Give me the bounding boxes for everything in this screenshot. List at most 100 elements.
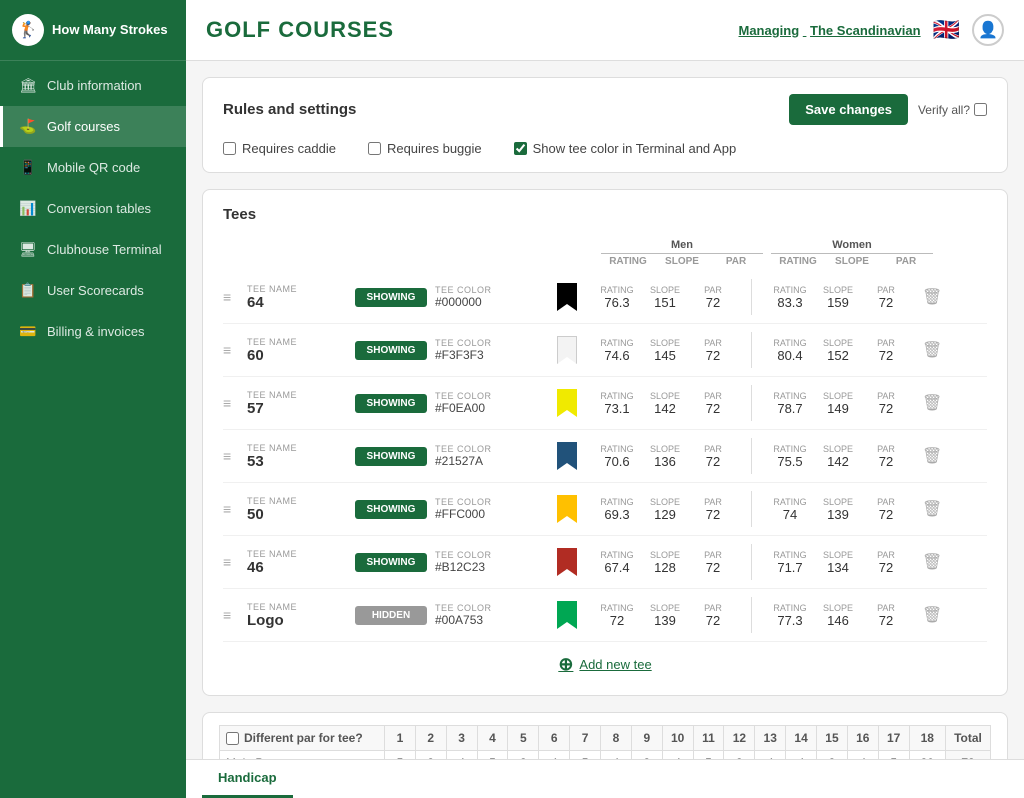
- men-rating-cell: RATING 76.3: [593, 285, 641, 310]
- drag-handle-icon[interactable]: ≡: [223, 448, 239, 464]
- requires-buggie-checkbox[interactable]: [368, 142, 381, 155]
- tee-row: ≡ TEE NAME 46 SHOWING TEE COLOR #B12C23 …: [223, 536, 987, 589]
- rules-title: Rules and settings: [223, 101, 356, 118]
- men-slope-cell: SLOPE 136: [641, 444, 689, 469]
- tee-status-badge[interactable]: SHOWING: [355, 447, 427, 466]
- tee-color-block: TEE COLOR #21527A: [435, 444, 545, 468]
- sidebar-item-user-scorecards[interactable]: 📋User Scorecards: [0, 270, 186, 311]
- drag-handle-icon[interactable]: ≡: [223, 554, 239, 570]
- drag-handle-icon[interactable]: ≡: [223, 289, 239, 305]
- men-par-cell: PAR 72: [689, 497, 737, 522]
- women-slope-cell: SLOPE 152: [814, 338, 862, 363]
- sidebar-item-conversion-tables[interactable]: 📊Conversion tables: [0, 188, 186, 229]
- drag-handle-icon[interactable]: ≡: [223, 607, 239, 623]
- men-stats: RATING 69.3 SLOPE 129 PAR 72: [593, 497, 737, 522]
- delete-tee-button[interactable]: 🗑: [918, 495, 946, 523]
- tee-color-label: TEE COLOR: [435, 550, 545, 560]
- drag-handle-icon[interactable]: ≡: [223, 501, 239, 517]
- show-tee-color-checkbox[interactable]: [514, 142, 527, 155]
- men-rating-cell: RATING 74.6: [593, 338, 641, 363]
- men-par-cell: PAR 72: [689, 444, 737, 469]
- sidebar-item-mobile-qr-code[interactable]: 📱Mobile QR code: [0, 147, 186, 188]
- hole-header: 6: [539, 726, 570, 751]
- hole-header: 15: [817, 726, 848, 751]
- sidebar-item-clubhouse-terminal[interactable]: 🖥Clubhouse Terminal: [0, 229, 186, 270]
- women-par-cell: PAR 72: [862, 338, 910, 363]
- drag-handle-icon[interactable]: ≡: [223, 342, 239, 358]
- women-par-header: PAR: [879, 256, 933, 267]
- table-cell: 5: [693, 751, 724, 760]
- tee-status-badge[interactable]: SHOWING: [355, 288, 427, 307]
- add-new-tee-button[interactable]: ⊕ Add new tee: [558, 654, 651, 675]
- tee-color-swatch-icon: [557, 442, 577, 470]
- table-cell: 5: [384, 751, 415, 760]
- rules-card: Rules and settings Save changes Verify a…: [202, 77, 1008, 173]
- app-name: How Many Strokes: [52, 22, 168, 38]
- drag-handle-icon[interactable]: ≡: [223, 395, 239, 411]
- tee-status-badge[interactable]: HIDDEN: [355, 606, 427, 625]
- verify-all-container: Verify all?: [918, 103, 987, 117]
- tab-handicap[interactable]: Handicap: [202, 760, 293, 798]
- content-area: Rules and settings Save changes Verify a…: [186, 61, 1024, 759]
- men-par-cell: PAR 72: [689, 338, 737, 363]
- tees-card: Tees Men RATING SLOPE PAR: [202, 189, 1008, 696]
- tee-color-swatch-container: [557, 548, 577, 576]
- table-cell: 3: [817, 751, 848, 760]
- tee-color-swatch-icon: [557, 495, 577, 523]
- tee-status-badge[interactable]: SHOWING: [355, 341, 427, 360]
- men-stats: RATING 72 SLOPE 139 PAR 72: [593, 603, 737, 628]
- tee-name-value: 64: [247, 294, 347, 311]
- sidebar-item-billing-invoices[interactable]: 💳Billing & invoices: [0, 311, 186, 352]
- tee-status-badge[interactable]: SHOWING: [355, 394, 427, 413]
- women-slope-cell: SLOPE 142: [814, 444, 862, 469]
- tee-name-block: TEE NAME 46: [247, 549, 347, 576]
- women-stats: RATING 74 SLOPE 139 PAR 72: [766, 497, 910, 522]
- women-rating-cell: RATING 75.5: [766, 444, 814, 469]
- tee-color-code: #B12C23: [435, 560, 485, 574]
- stats-divider: [751, 438, 752, 474]
- tee-color-block: TEE COLOR #B12C23: [435, 550, 545, 574]
- add-tee-label: Add new tee: [579, 657, 651, 672]
- table-cell: 4: [662, 751, 693, 760]
- stats-divider: [751, 544, 752, 580]
- men-rating-cell: RATING 67.4: [593, 550, 641, 575]
- requires-buggie-label[interactable]: Requires buggie: [368, 141, 482, 156]
- delete-tee-button[interactable]: 🗑: [918, 389, 946, 417]
- men-rating-cell: RATING 70.6: [593, 444, 641, 469]
- tee-row: ≡ TEE NAME Logo HIDDEN TEE COLOR #00A753…: [223, 589, 987, 642]
- tee-name-block: TEE NAME 57: [247, 390, 347, 417]
- men-par-cell: PAR 72: [689, 391, 737, 416]
- men-stats: RATING 76.3 SLOPE 151 PAR 72: [593, 285, 737, 310]
- women-slope-cell: SLOPE 159: [814, 285, 862, 310]
- sidebar-item-golf-courses[interactable]: ⛳Golf courses: [0, 106, 186, 147]
- women-stats: RATING 78.7 SLOPE 149 PAR 72: [766, 391, 910, 416]
- delete-tee-button[interactable]: 🗑: [918, 442, 946, 470]
- requires-caddie-label[interactable]: Requires caddie: [223, 141, 336, 156]
- hole-header: 5: [508, 726, 539, 751]
- men-rating-header: RATING: [601, 256, 655, 267]
- tee-status-badge[interactable]: SHOWING: [355, 553, 427, 572]
- sidebar-icon-golf-courses: ⛳: [19, 118, 37, 135]
- table-cell: 3: [724, 751, 755, 760]
- different-par-checkbox[interactable]: [226, 732, 239, 745]
- save-changes-button[interactable]: Save changes: [789, 94, 908, 125]
- women-rating-cell: RATING 80.4: [766, 338, 814, 363]
- page-title: GOLF COURSES: [206, 17, 394, 43]
- hole-header: 11: [693, 726, 724, 751]
- delete-tee-button[interactable]: 🗑: [918, 548, 946, 576]
- verify-all-checkbox[interactable]: [974, 103, 987, 116]
- delete-tee-button[interactable]: 🗑: [918, 601, 946, 629]
- managing-text: Managing The Scandinavian: [739, 23, 921, 38]
- user-account-icon[interactable]: 👤: [972, 14, 1004, 46]
- delete-tee-button[interactable]: 🗑: [918, 283, 946, 311]
- sidebar-item-club-information[interactable]: 🏛 Club information: [0, 65, 186, 106]
- tee-status-badge[interactable]: SHOWING: [355, 500, 427, 519]
- requires-caddie-checkbox[interactable]: [223, 142, 236, 155]
- show-tee-color-label[interactable]: Show tee color in Terminal and App: [514, 141, 737, 156]
- men-par-cell: PAR 72: [689, 603, 737, 628]
- sidebar-icon-club-information: 🏛: [19, 77, 37, 94]
- stats-divider: [751, 279, 752, 315]
- sidebar-label-club-information: Club information: [47, 78, 142, 93]
- delete-tee-button[interactable]: 🗑: [918, 336, 946, 364]
- sidebar-icon-clubhouse-terminal: 🖥: [19, 241, 37, 258]
